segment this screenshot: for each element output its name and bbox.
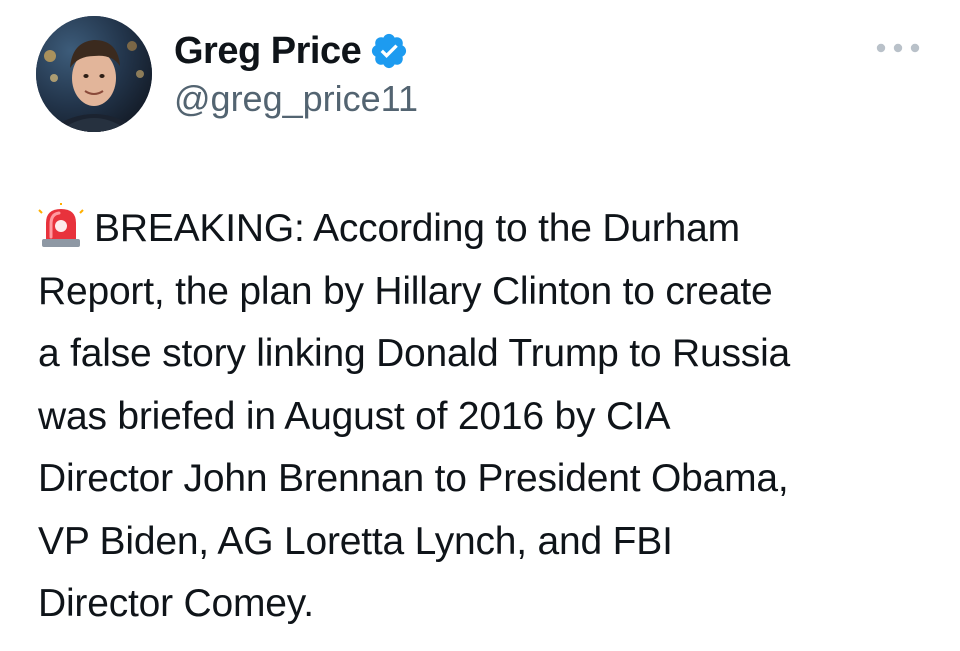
tweet-line: Director Comey. [38,582,314,625]
tweet-line-text: BREAKING: According to the Durham [94,207,740,250]
tweet-line: Director John Brennan to President Obama… [38,457,789,500]
tweet-line: Report, the plan by Hillary Clinton to c… [38,269,773,313]
author-handle[interactable]: @greg_price11 [174,76,418,122]
more-options-button[interactable] [870,30,926,66]
avatar-photo [36,16,152,132]
avatar[interactable] [36,16,152,132]
more-options-icon [876,43,920,53]
tweet-line: a false story linking Donald Trump to Ru… [38,332,791,375]
tweet-line: VP Biden, AG Loretta Lynch, and FBI [38,519,673,563]
author-name-row: Greg Price [174,26,409,76]
tweet-card: Greg Price @greg_price11 BREAKING: Accor… [0,0,960,651]
tweet-line: was briefed in August of 2016 by CIA [38,394,671,438]
siren-emoji-icon [38,201,84,249]
tweet-line: BREAKING: According to the Durham [38,198,938,261]
verified-badge-icon[interactable] [369,31,409,71]
tweet-text: BREAKING: According to the Durham Report… [38,198,938,636]
author-display-name[interactable]: Greg Price [174,26,362,76]
